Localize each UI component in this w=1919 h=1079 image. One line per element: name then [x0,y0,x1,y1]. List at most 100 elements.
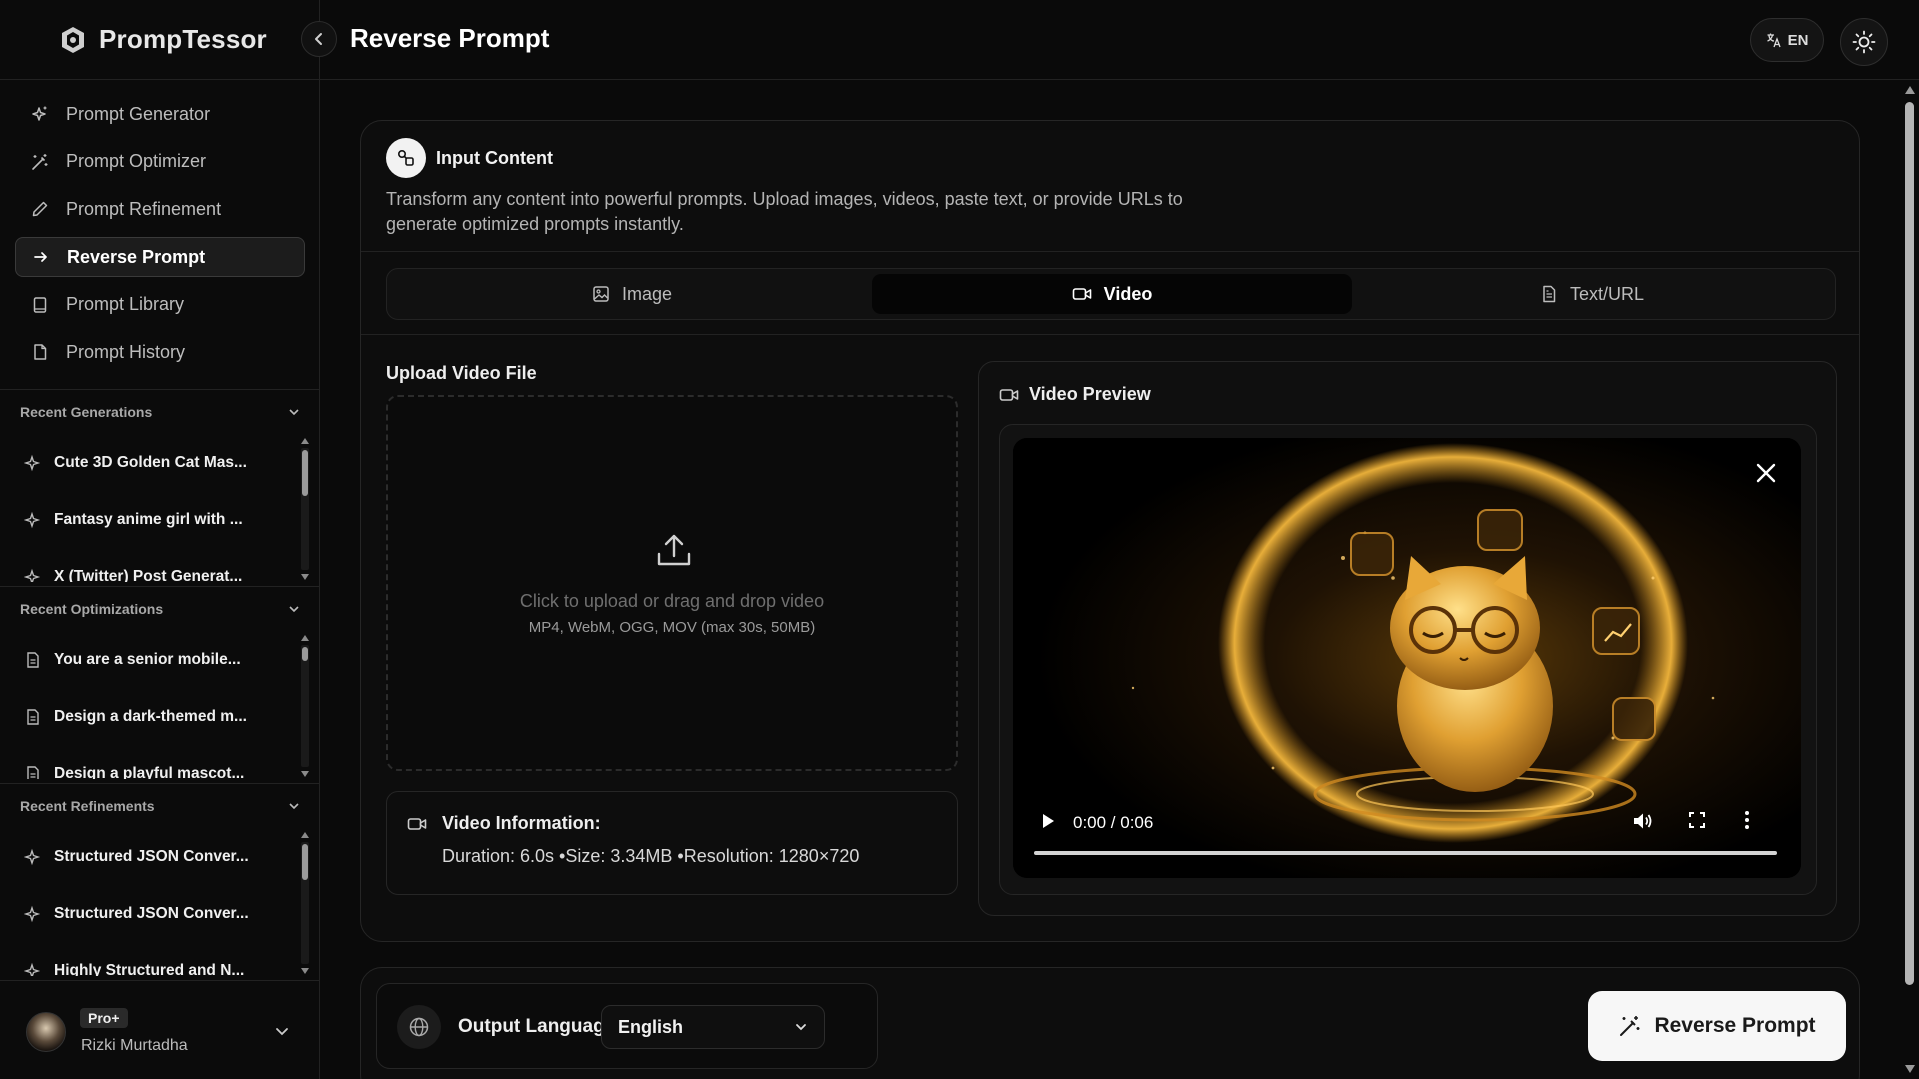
close-icon[interactable] [1755,462,1777,484]
section-title: Recent Refinements [20,798,155,814]
sparkle-icon [24,454,42,472]
output-language-select[interactable]: English [601,1005,825,1049]
card-title: Input Content [436,148,553,168]
wand-icon [30,152,50,172]
video-info-box: Video Information: Duration: 6.0s •Size:… [386,791,958,895]
video-progress-bar[interactable] [1034,851,1777,855]
nav-label: Prompt Refinement [66,198,222,219]
collapse-sidebar-button[interactable] [301,21,337,57]
translate-icon [1766,32,1782,48]
plan-badge: Pro+ [80,1008,128,1028]
tab-video[interactable]: Video [872,274,1352,314]
list-item-label: X (Twitter) Post Generat... [54,567,243,583]
document-icon [1540,285,1558,303]
list-item[interactable]: Highly Structured and N... [0,942,320,976]
preview-header: Video Preview [999,384,1151,405]
brand-name: PrompTessor [99,24,267,54]
section-scrollbar[interactable] [300,438,310,580]
list-item[interactable]: Design a playful mascot... [0,745,320,779]
list-item[interactable]: Structured JSON Conver... [0,828,320,885]
video-thumbnail [1013,438,1801,878]
theme-toggle-button[interactable] [1840,18,1888,66]
play-icon[interactable] [1039,811,1057,831]
fullscreen-icon[interactable] [1688,811,1706,829]
sparkle-icon [30,104,50,124]
input-type-tabs: Image Video Text/URL [386,268,1836,320]
user-profile[interactable]: Pro+ Rizki Murtadha [0,980,320,1079]
list-item-label: Cute 3D Golden Cat Mas... [54,453,247,471]
list-item-label: You are a senior mobile... [54,650,241,668]
divider [361,334,1859,335]
tab-text-url[interactable]: Text/URL [1352,274,1832,314]
nav-label: Prompt Library [66,294,185,315]
tab-label: Image [621,283,673,304]
nav-label: Prompt History [66,341,186,362]
chevron-down-icon [288,800,300,812]
chevron-down-icon[interactable] [274,1023,290,1039]
sparkle-icon [24,905,42,923]
sun-icon [1852,30,1876,54]
list-item-label: Highly Structured and N... [54,961,245,977]
file-icon [30,342,50,362]
dropzone-prompt: Click to upload or drag and drop video [519,591,825,611]
chevron-down-icon [288,406,300,418]
document-icon [24,651,42,669]
nav-item-prompt-library[interactable]: Prompt Library [15,285,305,325]
card-description: Transform any content into powerful prom… [386,189,1183,234]
section-header[interactable]: Recent Optimizations [0,587,320,631]
list-item[interactable]: Structured JSON Conver... [0,885,320,942]
document-icon [24,765,42,779]
sidebar: PrompTessor Prompt Generator Prompt Opti… [0,0,337,1079]
main-scrollbar[interactable] [1900,80,1919,1079]
list-item[interactable]: X (Twitter) Post Generat... [0,548,320,582]
avatar [26,1012,66,1052]
image-icon [592,285,610,303]
top-header: Reverse Prompt EN [320,0,1919,80]
video-dropzone[interactable]: Click to upload or drag and drop video M… [386,395,958,771]
pencil-icon [30,199,50,219]
list-item-label: Structured JSON Conver... [54,847,249,865]
upload-label: Upload Video File [386,363,537,383]
list-item[interactable]: Fantasy anime girl with ... [0,491,320,548]
language-switch-button[interactable]: EN [1750,18,1824,62]
nav-item-reverse-prompt[interactable]: Reverse Prompt [15,237,305,278]
section-list: Structured JSON Conver... Structured JSO… [0,828,320,976]
page-title: Reverse Prompt [350,23,550,53]
divider [361,251,1859,252]
section-scrollbar[interactable] [300,635,310,777]
sparkle-icon [24,511,42,529]
main-nav: Prompt Generator Prompt Optimizer Prompt… [15,94,305,380]
list-item-label: Structured JSON Conver... [54,904,249,922]
globe-icon [397,1005,441,1049]
list-item[interactable]: Cute 3D Golden Cat Mas... [0,434,320,491]
list-item[interactable]: You are a senior mobile... [0,631,320,688]
reverse-prompt-button[interactable]: Reverse Prompt [1588,991,1846,1061]
nav-item-prompt-refinement[interactable]: Prompt Refinement [15,189,305,229]
nav-item-prompt-optimizer[interactable]: Prompt Optimizer [15,142,305,182]
input-content-icon [386,138,426,178]
list-item-label: Fantasy anime girl with ... [54,510,243,528]
nav-item-prompt-generator[interactable]: Prompt Generator [15,94,305,134]
list-item[interactable]: Design a dark-themed m... [0,688,320,745]
section-header[interactable]: Recent Refinements [0,784,320,828]
nav-item-prompt-history[interactable]: Prompt History [15,332,305,372]
sparkle-icon [24,848,42,866]
sparkle-icon [24,568,42,582]
dropzone-formats: MP4, WebM, OGG, MOV (max 30s, 50MB) [528,619,816,636]
arrow-right-icon [31,247,51,267]
more-options-icon[interactable] [1743,810,1751,830]
app-root: PrompTessor Prompt Generator Prompt Opti… [0,0,1919,1079]
video-info-title: Video Information: [442,813,601,833]
chevron-down-icon [794,1020,808,1034]
section-scrollbar[interactable] [300,832,310,974]
recent-refinements-section: Recent Refinements Structured JSON Conve… [0,783,320,976]
section-title: Recent Optimizations [20,601,164,617]
tab-label: Video [1103,283,1153,304]
video-player[interactable]: 0:00 / 0:06 [1013,438,1801,878]
output-bar: Output Language English Reverse Prompt [360,967,1860,1079]
tab-image[interactable]: Image [392,274,872,314]
document-icon [24,708,42,726]
video-icon [407,816,427,832]
volume-icon[interactable] [1631,810,1653,832]
section-header[interactable]: Recent Generations [0,390,320,434]
